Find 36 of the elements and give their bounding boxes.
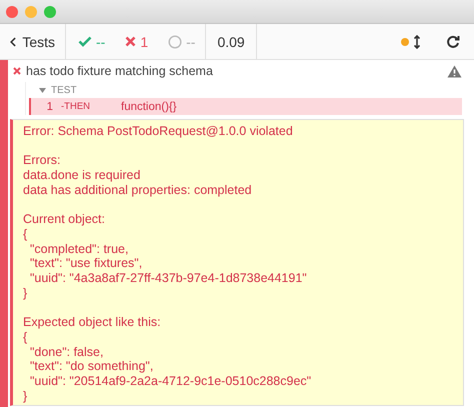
- checkmark-icon: [78, 36, 92, 47]
- error-text: Current object:: [23, 212, 106, 227]
- close-button[interactable]: [6, 6, 18, 18]
- failed-count: 1: [140, 34, 148, 50]
- resize-arrows-icon[interactable]: [414, 34, 420, 48]
- test-title[interactable]: has todo fixture matching schema: [26, 64, 213, 78]
- back-button[interactable]: Tests: [0, 24, 66, 59]
- circle-icon: [168, 34, 182, 48]
- error-text: }: [23, 388, 28, 404]
- error-text: "done": false,: [28, 344, 104, 360]
- error-text: "text": "do something",: [28, 359, 154, 374]
- reload-icon[interactable]: [446, 34, 460, 48]
- cross-icon: [125, 36, 136, 47]
- command-row[interactable]: 1 -THEN function(){}: [29, 98, 462, 115]
- zoom-button[interactable]: [44, 6, 56, 18]
- warning-icon: [447, 64, 462, 78]
- error-text: "uuid": "4a3a8af7-27ff-437b-97e4-1d8738e44191": [28, 271, 308, 286]
- error-text: "uuid": "20514af9-2a2a-4712-9c1e-0510c288c9ec": [28, 374, 312, 389]
- error-text: {: [23, 330, 28, 344]
- error-text: Errors:: [23, 153, 62, 168]
- passed-count: --: [96, 34, 106, 50]
- error-text: data has additional properties: completed: [23, 182, 253, 198]
- duration: 0.09: [217, 34, 245, 50]
- error-text: Error: Schema PostTodoRequest@1.0.0 violated: [23, 124, 294, 139]
- section-label[interactable]: TEST: [51, 84, 77, 96]
- chevron-left-icon: [10, 36, 16, 48]
- status-dot-icon: [401, 38, 409, 46]
- caret-icon[interactable]: [39, 88, 46, 92]
- error-text: "completed": true,: [28, 242, 130, 256]
- cross-icon: [13, 67, 21, 75]
- error-text: data.done is required: [23, 168, 142, 183]
- error-text: "text": "use fixtures",: [28, 256, 144, 271]
- error-text: {: [23, 226, 28, 242]
- error-text: }: [23, 286, 28, 300]
- error-text: Expected object like this:: [23, 315, 162, 330]
- pending-count: --: [186, 34, 196, 50]
